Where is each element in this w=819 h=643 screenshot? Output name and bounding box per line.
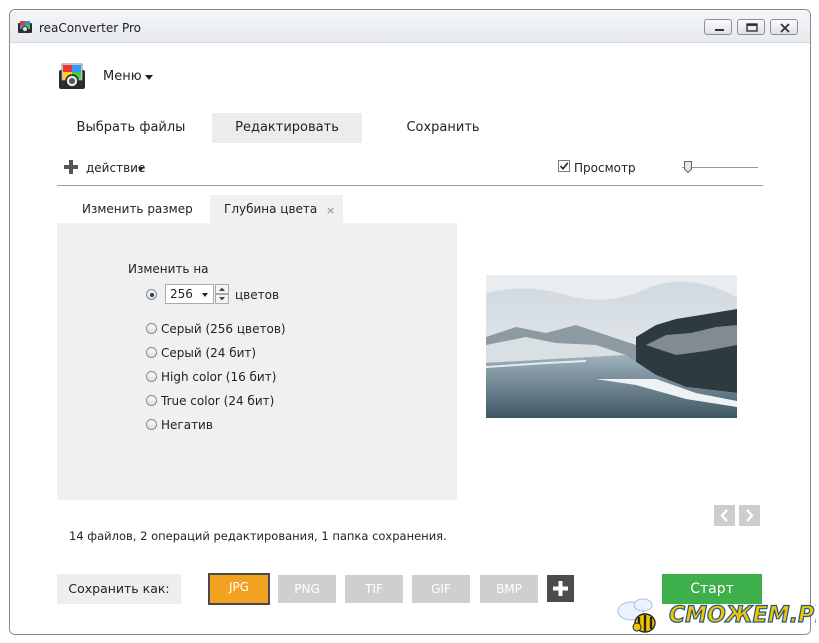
- colors-count-combo[interactable]: 256: [165, 284, 214, 304]
- watermark-logo: СМОЖЕМ.РУ: [617, 598, 816, 633]
- chevron-down-icon[interactable]: [145, 75, 153, 80]
- tab-color-depth[interactable]: Глубина цвета: [210, 195, 343, 223]
- tab-color-depth-label: Глубина цвета: [224, 202, 318, 216]
- radio-gray-256[interactable]: [146, 323, 157, 334]
- action-dropdown[interactable]: действие: [86, 161, 145, 175]
- svg-text:СМОЖЕМ.РУ: СМОЖЕМ.РУ: [669, 603, 816, 628]
- format-bmp-button[interactable]: BMP: [480, 575, 538, 603]
- next-button[interactable]: [739, 505, 760, 526]
- colors-unit-label: цветов: [235, 288, 280, 302]
- radio-high-color-label[interactable]: High color (16 бит): [161, 370, 276, 384]
- preview-checkbox[interactable]: [558, 160, 570, 172]
- close-icon: [780, 23, 790, 33]
- colors-spinner[interactable]: [215, 284, 229, 304]
- colors-count-value: 256: [170, 287, 193, 301]
- main-content: Меню Выбрать файлы Редактировать Сохрани…: [10, 43, 810, 634]
- plus-icon: [553, 581, 568, 596]
- tab-resize[interactable]: Изменить размер: [72, 195, 207, 223]
- radio-gray-24-label[interactable]: Серый (24 бит): [161, 346, 256, 360]
- plus-icon[interactable]: [64, 160, 78, 174]
- maximize-icon: [746, 23, 758, 32]
- step-select-files[interactable]: Выбрать файлы: [70, 113, 192, 143]
- radio-true-color[interactable]: [146, 395, 157, 406]
- radio-negative[interactable]: [146, 419, 157, 430]
- menu-button[interactable]: Меню: [103, 69, 142, 84]
- checkmark-icon: [559, 162, 569, 171]
- close-button[interactable]: [770, 19, 798, 35]
- action-chevron-down-icon[interactable]: [138, 167, 144, 171]
- step-edit[interactable]: Редактировать: [212, 113, 362, 143]
- preview-label[interactable]: Просмотр: [574, 161, 636, 175]
- zoom-slider-track[interactable]: [682, 167, 758, 168]
- radio-gray-24[interactable]: [146, 347, 157, 358]
- status-text: 14 файлов, 2 операций редактирования, 1 …: [69, 529, 447, 543]
- step-save[interactable]: Сохранить: [382, 113, 504, 143]
- preview-image: [486, 275, 737, 418]
- window-title: reaConverter Pro: [39, 21, 142, 35]
- tab-close-icon[interactable]: ×: [326, 204, 335, 217]
- combo-chevron-down-icon[interactable]: [202, 293, 208, 297]
- app-icon: [18, 21, 32, 33]
- add-format-button[interactable]: [547, 575, 574, 602]
- maximize-button[interactable]: [737, 19, 765, 35]
- radio-negative-label[interactable]: Негатив: [161, 418, 213, 432]
- title-bar[interactable]: reaConverter Pro: [10, 10, 810, 43]
- chevron-left-icon: [720, 509, 728, 522]
- chevron-right-icon: [746, 509, 754, 522]
- format-jpg-button[interactable]: JPG: [208, 573, 270, 605]
- minimize-icon: [715, 29, 724, 31]
- format-png-button[interactable]: PNG: [278, 575, 336, 603]
- prev-button[interactable]: [714, 505, 735, 526]
- app-window: reaConverter Pro Меню Выбрать файлы Реда…: [9, 9, 811, 635]
- radio-gray-256-label[interactable]: Серый (256 цветов): [161, 322, 286, 336]
- radio-true-color-label[interactable]: True color (24 бит): [161, 394, 274, 408]
- format-tif-button[interactable]: TIF: [345, 575, 403, 603]
- save-as-label: Сохранить как:: [57, 574, 181, 604]
- minimize-button[interactable]: [704, 19, 732, 35]
- radio-colors[interactable]: [146, 289, 157, 300]
- zoom-slider-thumb[interactable]: [684, 161, 692, 173]
- toolbar-divider: [57, 185, 763, 186]
- radio-high-color[interactable]: [146, 371, 157, 382]
- app-logo-icon[interactable]: [56, 61, 88, 93]
- change-to-label: Изменить на: [128, 262, 209, 276]
- color-depth-panel: [57, 223, 457, 500]
- format-gif-button[interactable]: GIF: [412, 575, 470, 603]
